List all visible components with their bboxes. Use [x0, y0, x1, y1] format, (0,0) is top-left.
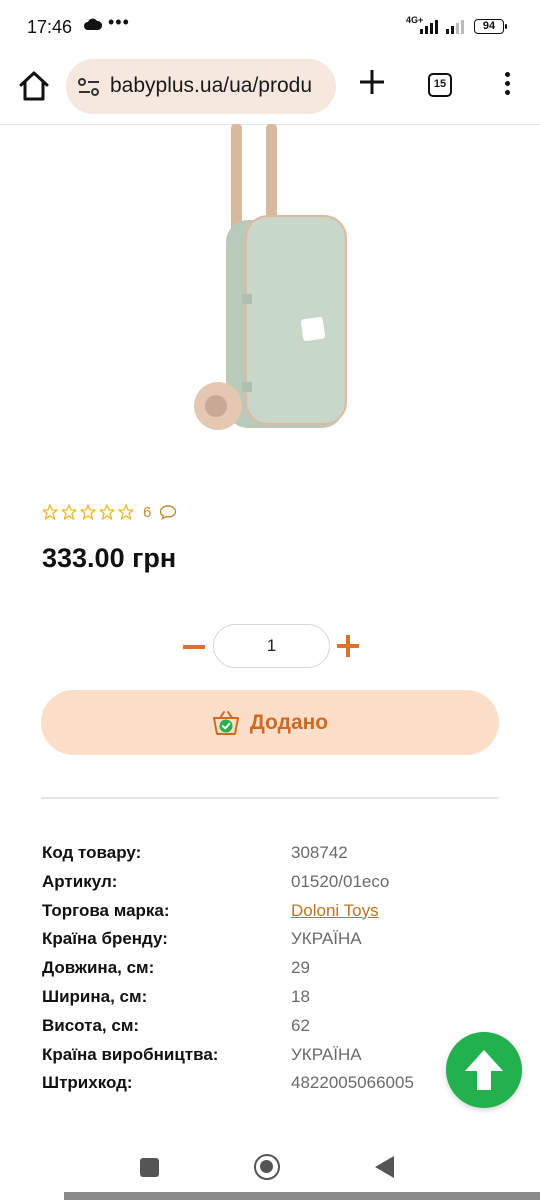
overflow-menu-icon[interactable]	[495, 68, 519, 104]
spec-row: Код товару: 308742	[42, 843, 512, 872]
spec-row: Довжина, см: 29	[42, 958, 512, 987]
battery-icon: 94	[474, 19, 507, 34]
home-circle-icon[interactable]	[254, 1154, 280, 1180]
spec-value: 29	[291, 958, 310, 978]
signal-icon	[420, 18, 438, 34]
url-text: babyplus.ua/ua/produ	[110, 74, 312, 97]
product-image	[194, 124, 347, 430]
status-time: 17:46	[27, 17, 73, 37]
spec-value: 308742	[291, 843, 348, 862]
back-icon[interactable]	[375, 1156, 394, 1178]
basket-check-icon	[212, 710, 239, 735]
product-specs: Код товару: 308742 Артикул: 01520/01eco …	[42, 843, 512, 1102]
spec-label: Висота, см:	[42, 1015, 140, 1035]
new-tab-icon[interactable]	[356, 66, 388, 98]
spec-value: 18	[291, 986, 310, 1006]
spec-label: Довжина, см:	[42, 958, 155, 978]
spec-value: УКРАЇНА	[291, 1044, 362, 1064]
brand-link[interactable]: Doloni Toys	[291, 901, 379, 921]
star-icon	[99, 504, 115, 520]
spec-label: Країна виробництва:	[42, 1044, 219, 1064]
spec-label: Код товару:	[42, 843, 142, 862]
star-icon	[80, 504, 96, 520]
comment-icon[interactable]	[159, 504, 177, 520]
tab-switcher-button[interactable]: 15	[428, 73, 452, 97]
quantity-decrease-button[interactable]	[183, 645, 205, 649]
scrollbar	[64, 1192, 540, 1200]
spec-value: 62	[291, 1015, 310, 1035]
spec-label: Торгова марка:	[42, 900, 170, 920]
status-bar: 17:46 ••• 4G+ 94	[0, 0, 540, 56]
spec-value: 4822005066005	[291, 1073, 414, 1093]
spec-row: Торгова марка: Doloni Toys	[42, 901, 512, 930]
star-icon	[42, 504, 58, 520]
spec-label: Штрихкод:	[42, 1073, 133, 1093]
spec-row: Ширина, см: 18	[42, 987, 512, 1016]
product-price: 333.00 грн	[42, 543, 177, 573]
spec-label: Ширина, см:	[42, 986, 148, 1006]
divider	[41, 797, 499, 799]
spec-row: Висота, см: 62	[42, 1016, 512, 1045]
spec-value: 01520/01eco	[291, 871, 390, 891]
review-count[interactable]: 6	[143, 504, 151, 521]
spec-row: Штрихкод: 4822005066005	[42, 1073, 512, 1102]
spec-label: Країна бренду:	[42, 929, 168, 949]
browser-toolbar: babyplus.ua/ua/produ 15	[0, 56, 540, 125]
address-bar[interactable]: babyplus.ua/ua/produ	[66, 59, 336, 114]
star-icon	[118, 504, 134, 520]
product-rating[interactable]: 6	[42, 502, 177, 522]
spec-row: Країна виробництва: УКРАЇНА	[42, 1045, 512, 1074]
arrow-up-icon	[465, 1050, 503, 1090]
cloud-icon	[84, 18, 102, 30]
spec-label: Артикул:	[42, 871, 118, 891]
site-settings-icon[interactable]	[78, 77, 100, 97]
scroll-to-top-button[interactable]	[446, 1032, 522, 1108]
spec-value: УКРАЇНА	[291, 929, 362, 949]
recent-apps-icon[interactable]	[140, 1158, 159, 1177]
added-to-cart-button[interactable]: Додано	[41, 690, 499, 755]
signal-icon-secondary	[446, 18, 464, 34]
quantity-input[interactable]	[213, 624, 330, 668]
quantity-increase-button[interactable]	[337, 635, 359, 657]
home-icon[interactable]	[16, 68, 52, 104]
system-nav-bar	[0, 1140, 540, 1200]
spec-row: Артикул: 01520/01eco	[42, 872, 512, 901]
spec-row: Країна бренду: УКРАЇНА	[42, 929, 512, 958]
more-notifications-icon: •••	[108, 12, 130, 32]
added-label: Додано	[249, 710, 329, 734]
star-icon	[61, 504, 77, 520]
